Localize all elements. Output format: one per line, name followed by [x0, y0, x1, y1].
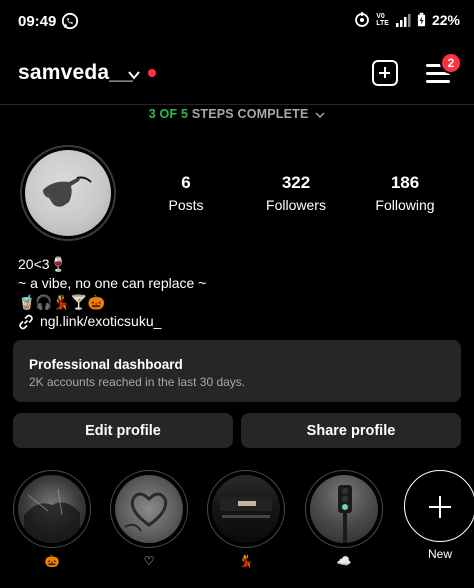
new-highlight-label: New [427, 547, 452, 561]
story-highlight[interactable]: ☁️ [304, 470, 384, 568]
following-stat[interactable]: 186 Following [370, 173, 440, 213]
bio-line: ~ a vibe, no one can replace ~ [18, 275, 207, 291]
dashboard-title: Professional dashboard [29, 357, 183, 372]
battery-icon [417, 12, 426, 27]
network-type: V0 LTE [376, 13, 389, 27]
dashboard-subtitle: 2K accounts reached in the last 30 days. [29, 375, 246, 389]
edit-profile-button[interactable]: Edit profile [13, 413, 233, 448]
steps-done: 3 OF 5 [148, 107, 189, 121]
highlight-ring [13, 470, 91, 548]
chevron-down-icon [315, 112, 325, 118]
highlight-cover [18, 475, 86, 543]
highlight-cover-image [124, 492, 168, 532]
highlight-label: 🎃 [44, 554, 60, 568]
network-top: V0 [376, 13, 385, 20]
steps-progress[interactable]: 3 OF 5 STEPS COMPLETE [0, 107, 474, 121]
chevron-down-icon[interactable] [127, 68, 141, 82]
story-highlight[interactable]: 🎃 [12, 470, 92, 568]
professional-dashboard[interactable]: Professional dashboard 2K accounts reach… [13, 340, 461, 402]
link-icon [19, 314, 33, 329]
highlight-ring [110, 470, 188, 548]
new-highlight-button[interactable]: New [400, 470, 474, 561]
avatar [25, 150, 111, 236]
following-count: 186 [390, 173, 420, 192]
highlight-cover-image [220, 497, 272, 518]
status-bar: 09:49 V0 LTE 22% [0, 0, 474, 44]
highlight-label: 💃 [238, 554, 254, 568]
plus-icon [404, 470, 474, 542]
network-bottom: LTE [376, 20, 389, 27]
bio-link[interactable]: ngl.link/exoticsuku_ [18, 312, 206, 331]
followers-stat[interactable]: 322 Followers [262, 173, 330, 213]
story-highlight[interactable]: 💃 [206, 470, 286, 568]
header-divider [0, 104, 474, 105]
signal-icon [395, 14, 411, 27]
unread-dot [148, 69, 156, 77]
whatsapp-icon [61, 12, 79, 30]
highlight-label: ♡ [143, 554, 155, 568]
highlight-cover [115, 475, 183, 543]
status-time: 09:49 [18, 13, 57, 30]
highlight-cover-image [24, 488, 80, 543]
notification-badge: 2 [440, 52, 462, 74]
highlight-cover-image [338, 485, 352, 543]
story-highlight[interactable]: ♡ [109, 470, 189, 568]
bio-emojis: 🧋🎧💃🍸🎃 [18, 294, 106, 310]
highlight-ring [305, 470, 383, 548]
share-profile-button[interactable]: Share profile [241, 413, 461, 448]
highlight-label: ☁️ [336, 554, 352, 568]
bio-line: 20<3🍷 [18, 256, 67, 272]
posts-count: 6 [181, 173, 191, 192]
username-switcher[interactable]: samveda__ [18, 61, 133, 85]
bio-link-text[interactable]: ngl.link/exoticsuku_ [40, 312, 161, 331]
hotspot-icon [355, 12, 370, 27]
posts-stat[interactable]: 6 Posts [160, 173, 212, 213]
steps-rest: STEPS COMPLETE [191, 107, 309, 121]
status-icons: V0 LTE 22% [354, 12, 460, 28]
highlight-cover [310, 475, 378, 543]
menu-line-icon [426, 80, 450, 83]
bio: 20<3🍷 ~ a vibe, no one can replace ~ 🧋🎧💃… [18, 255, 206, 331]
followers-label: Followers [266, 197, 326, 213]
posts-label: Posts [168, 197, 204, 213]
highlight-ring [207, 470, 285, 548]
profile-header: samveda__ 2 [0, 52, 474, 96]
profile-picture[interactable] [20, 145, 116, 241]
followers-count: 322 [281, 173, 311, 192]
battery-percent: 22% [431, 12, 460, 28]
avatar-image [43, 176, 92, 207]
highlight-cover [212, 475, 280, 543]
create-button[interactable] [372, 60, 398, 86]
following-label: Following [375, 197, 435, 213]
